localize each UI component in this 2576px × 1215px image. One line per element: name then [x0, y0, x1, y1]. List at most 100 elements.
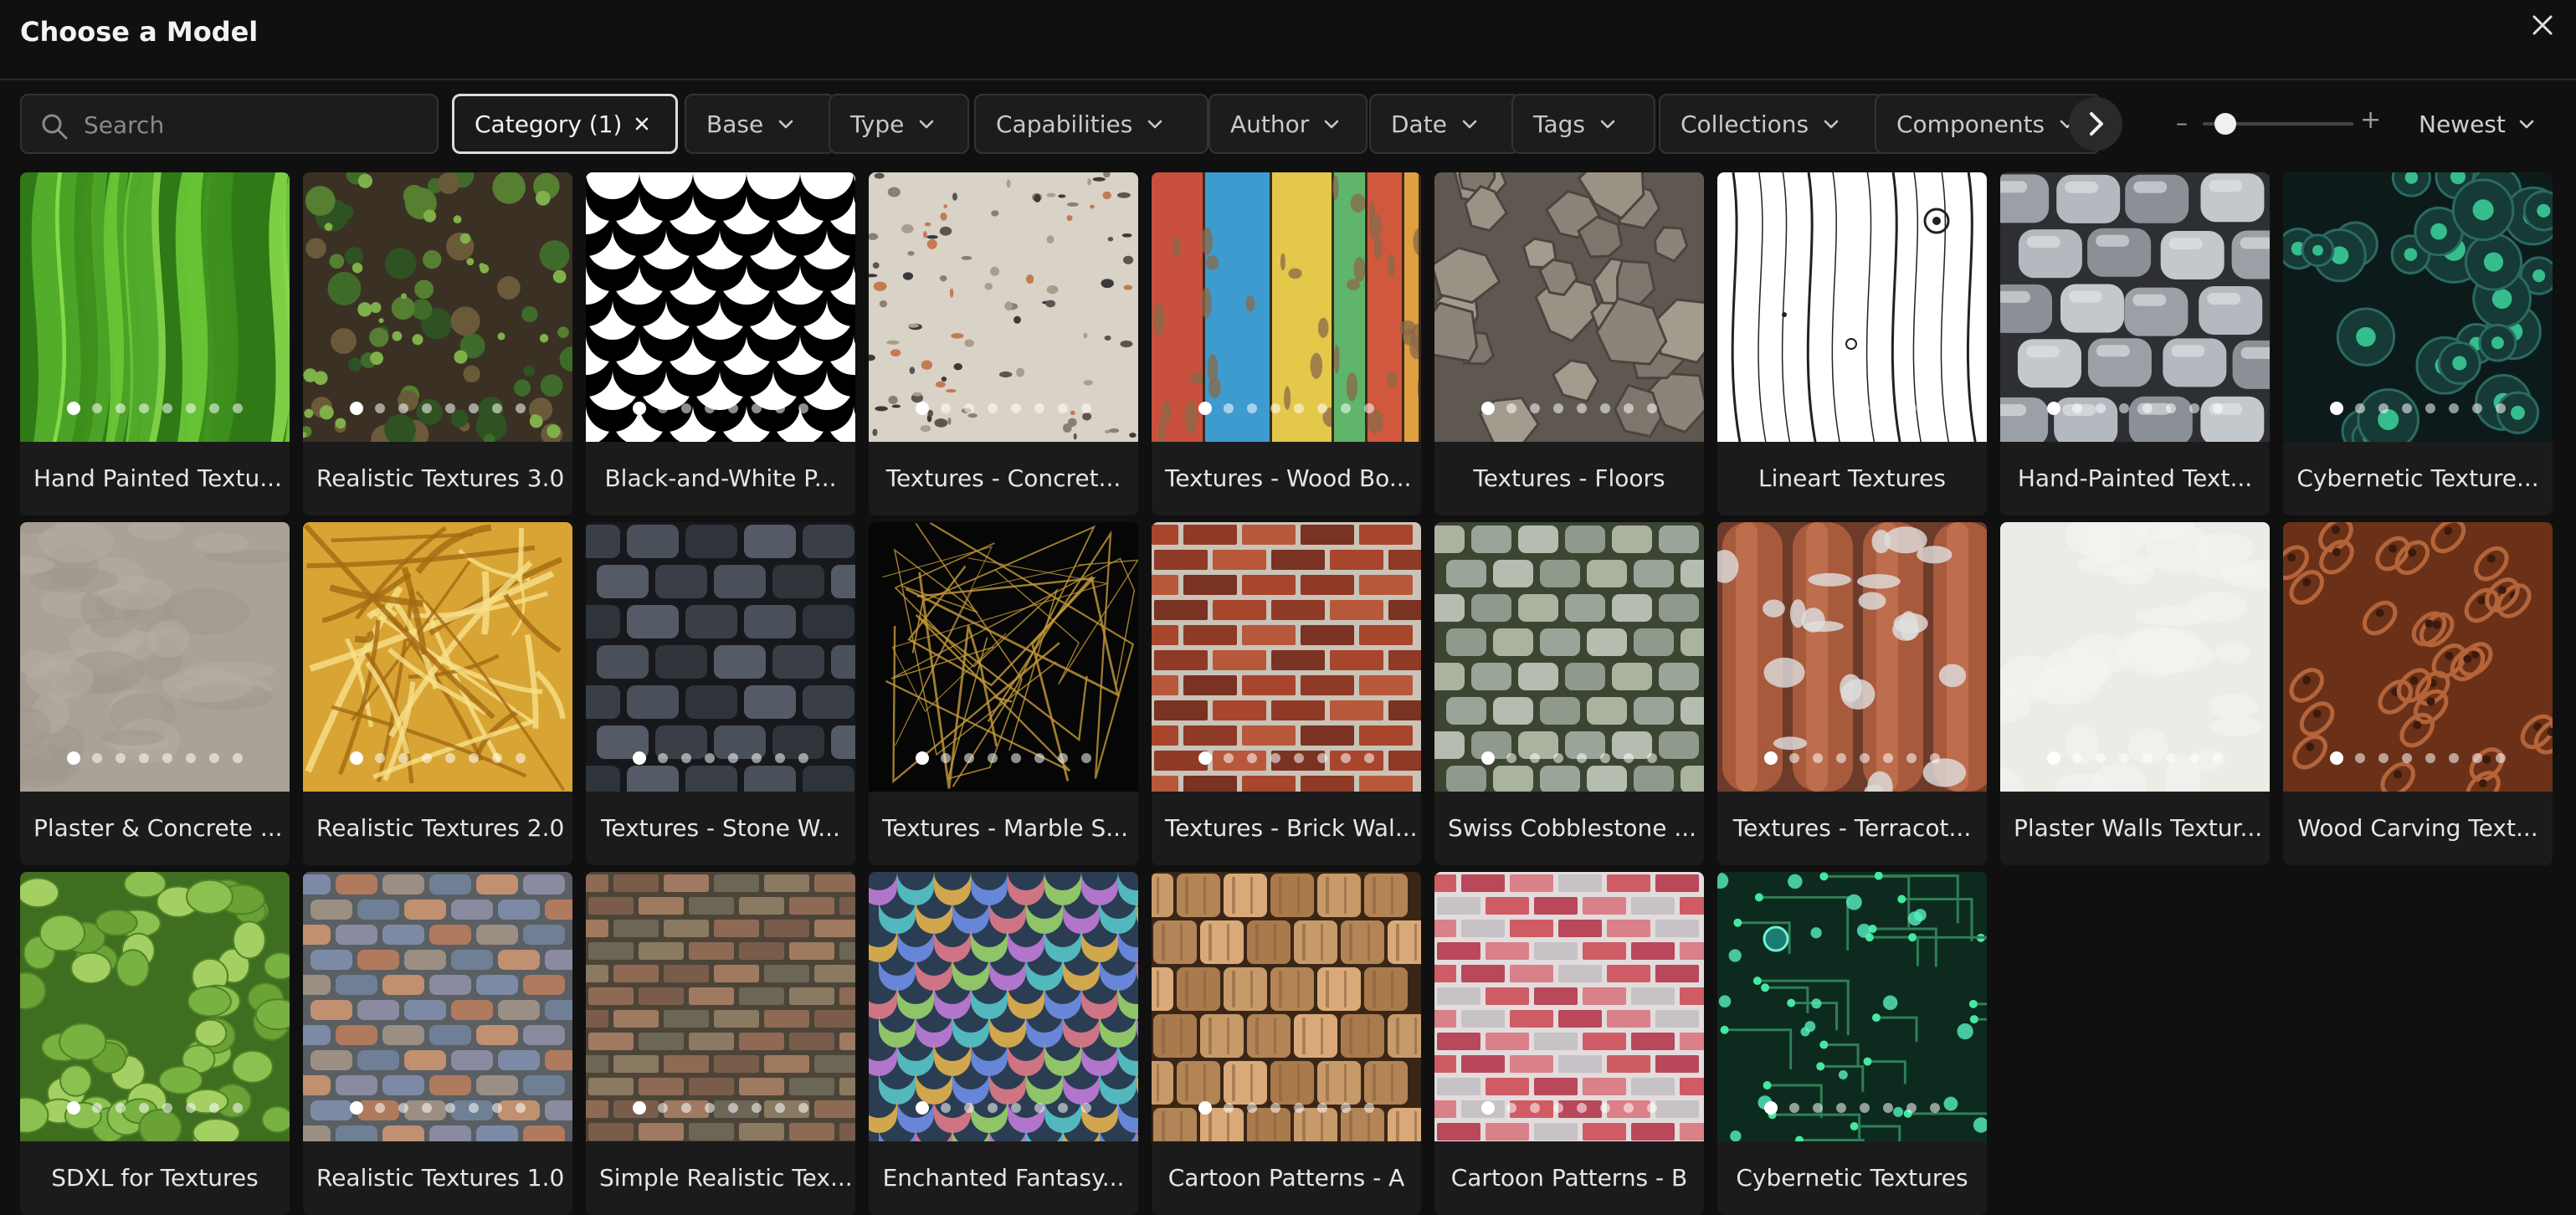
carousel-dots[interactable]	[2330, 402, 2506, 415]
tags-filter-label: Tags	[1533, 110, 1585, 138]
model-card-title: Plaster & Concrete ...	[33, 814, 283, 842]
tags-filter-dropdown[interactable]: Tags	[1511, 94, 1655, 154]
model-card-title: Realistic Textures 3.0	[316, 464, 565, 492]
model-card[interactable]: Textures - Terracot...	[1717, 522, 1987, 865]
model-card-title: Plaster Walls Textur...	[2014, 814, 2263, 842]
model-card[interactable]: Textures - Stone W...	[586, 522, 855, 865]
carousel-dots[interactable]	[1764, 751, 1940, 765]
model-card-title: Textures - Marble S...	[882, 814, 1128, 842]
chevron-down-icon	[2519, 120, 2534, 129]
model-card[interactable]: Realistic Textures 2.0	[303, 522, 572, 865]
model-card[interactable]: Cybernetic Texture...	[2283, 172, 2553, 515]
capabilities-filter-dropdown[interactable]: Capabilities	[974, 94, 1208, 154]
carousel-dots[interactable]	[1481, 1101, 1657, 1115]
model-card[interactable]: Textures - Brick Wal...	[1152, 522, 1421, 865]
carousel-dots[interactable]	[916, 1101, 1091, 1115]
carousel-dots[interactable]	[916, 402, 1091, 415]
type-filter-dropdown[interactable]: Type	[829, 94, 969, 154]
model-card[interactable]: Simple Realistic Tex...	[586, 872, 855, 1215]
date-filter-label: Date	[1391, 110, 1447, 138]
date-filter-dropdown[interactable]: Date	[1369, 94, 1520, 154]
chevron-down-icon	[1462, 120, 1477, 129]
search-box[interactable]	[20, 94, 439, 154]
zoom-slider-thumb[interactable]	[2214, 113, 2236, 135]
close-icon	[2532, 15, 2553, 35]
carousel-dots[interactable]	[67, 751, 243, 765]
model-card[interactable]: Wood Carving Text...	[2283, 522, 2553, 865]
model-card[interactable]: Swiss Cobblestone ...	[1434, 522, 1704, 865]
model-card-title: Lineart Textures	[1758, 464, 1946, 492]
search-input[interactable]	[84, 105, 418, 144]
carousel-dots[interactable]	[1764, 1101, 1940, 1115]
clear-filter-icon[interactable]	[634, 115, 650, 132]
base-filter-dropdown[interactable]: Base	[685, 94, 835, 154]
model-card[interactable]: Textures - Marble S...	[869, 522, 1138, 865]
carousel-dots[interactable]	[350, 1101, 526, 1115]
carousel-dots[interactable]	[633, 1101, 808, 1115]
model-card-title: Hand-Painted Text...	[2017, 464, 2253, 492]
model-card[interactable]: Cartoon Patterns - A	[1152, 872, 1421, 1215]
model-card[interactable]: Hand-Painted Text...	[2000, 172, 2270, 515]
carousel-dots[interactable]	[350, 402, 526, 415]
model-card[interactable]: Textures - Concret...	[869, 172, 1138, 515]
model-card-title: Textures - Brick Wal...	[1165, 814, 1418, 842]
collections-filter-dropdown[interactable]: Collections	[1659, 94, 1885, 154]
carousel-dots[interactable]	[67, 402, 243, 415]
category-filter-label: Category (1)	[475, 110, 623, 138]
chevron-down-icon	[1600, 120, 1615, 129]
zoom-in-label[interactable]: +	[2360, 105, 2381, 135]
carousel-dots[interactable]	[350, 751, 526, 765]
close-button[interactable]	[2524, 7, 2561, 44]
model-card[interactable]: Cybernetic Textures	[1717, 872, 1987, 1215]
model-card[interactable]: Plaster & Concrete ...	[20, 522, 290, 865]
model-card[interactable]: Lineart Textures	[1717, 172, 1987, 515]
model-card[interactable]: Realistic Textures 1.0	[303, 872, 572, 1215]
model-card-title: Cybernetic Textures	[1736, 1164, 1968, 1192]
model-card-title: Cartoon Patterns - B	[1450, 1164, 1688, 1192]
chevron-down-icon	[1148, 120, 1162, 129]
carousel-dots[interactable]	[1764, 402, 1940, 415]
carousel-dots[interactable]	[633, 751, 808, 765]
zoom-out-label[interactable]: –	[2176, 109, 2188, 136]
model-card-title: Enchanted Fantasy...	[882, 1164, 1125, 1192]
carousel-dots[interactable]	[1198, 1101, 1374, 1115]
carousel-dots[interactable]	[633, 402, 808, 415]
carousel-dots[interactable]	[2047, 751, 2223, 765]
carousel-dots[interactable]	[2330, 751, 2506, 765]
model-card-title: Textures - Stone W...	[601, 814, 840, 842]
model-card-title: Textures - Wood Bo...	[1165, 464, 1412, 492]
carousel-dots[interactable]	[67, 1101, 243, 1115]
model-card-title: Black-and-White P...	[604, 464, 837, 492]
collections-filter-label: Collections	[1681, 110, 1809, 138]
capabilities-filter-label: Capabilities	[996, 110, 1133, 138]
model-card[interactable]: Enchanted Fantasy...	[869, 872, 1138, 1215]
model-card[interactable]: Realistic Textures 3.0	[303, 172, 572, 515]
carousel-dots[interactable]	[916, 751, 1091, 765]
model-card-title: Textures - Terracot...	[1732, 814, 1972, 842]
chevron-right-icon	[2090, 112, 2103, 136]
components-filter-dropdown[interactable]: Components	[1875, 94, 2101, 154]
model-card[interactable]: Cartoon Patterns - B	[1434, 872, 1704, 1215]
chevron-down-icon	[1324, 120, 1339, 129]
model-card[interactable]: Hand Painted Textu...	[20, 172, 290, 515]
model-card[interactable]: Textures - Floors	[1434, 172, 1704, 515]
carousel-dots[interactable]	[2047, 402, 2223, 415]
model-card-title: Cartoon Patterns - A	[1167, 1164, 1405, 1192]
model-card[interactable]: Black-and-White P...	[586, 172, 855, 515]
model-grid: Hand Painted Textu... Realistic Textures …	[20, 172, 2556, 1215]
carousel-dots[interactable]	[1481, 751, 1657, 765]
carousel-dots[interactable]	[1198, 402, 1374, 415]
carousel-dots[interactable]	[1198, 751, 1374, 765]
model-card[interactable]: Plaster Walls Textur...	[2000, 522, 2270, 865]
type-filter-label: Type	[850, 110, 905, 138]
carousel-dots[interactable]	[1481, 402, 1657, 415]
scroll-filters-right-button[interactable]	[2069, 97, 2122, 151]
model-card-title: SDXL for Textures	[51, 1164, 259, 1192]
sort-dropdown[interactable]: Newest	[2419, 102, 2536, 146]
sort-label: Newest	[2419, 110, 2506, 138]
category-filter-chip[interactable]: Category (1)	[452, 94, 678, 154]
model-card[interactable]: Textures - Wood Bo...	[1152, 172, 1421, 515]
author-filter-dropdown[interactable]: Author	[1208, 94, 1368, 154]
model-card[interactable]: SDXL for Textures	[20, 872, 290, 1215]
model-card-title: Textures - Floors	[1473, 464, 1665, 492]
